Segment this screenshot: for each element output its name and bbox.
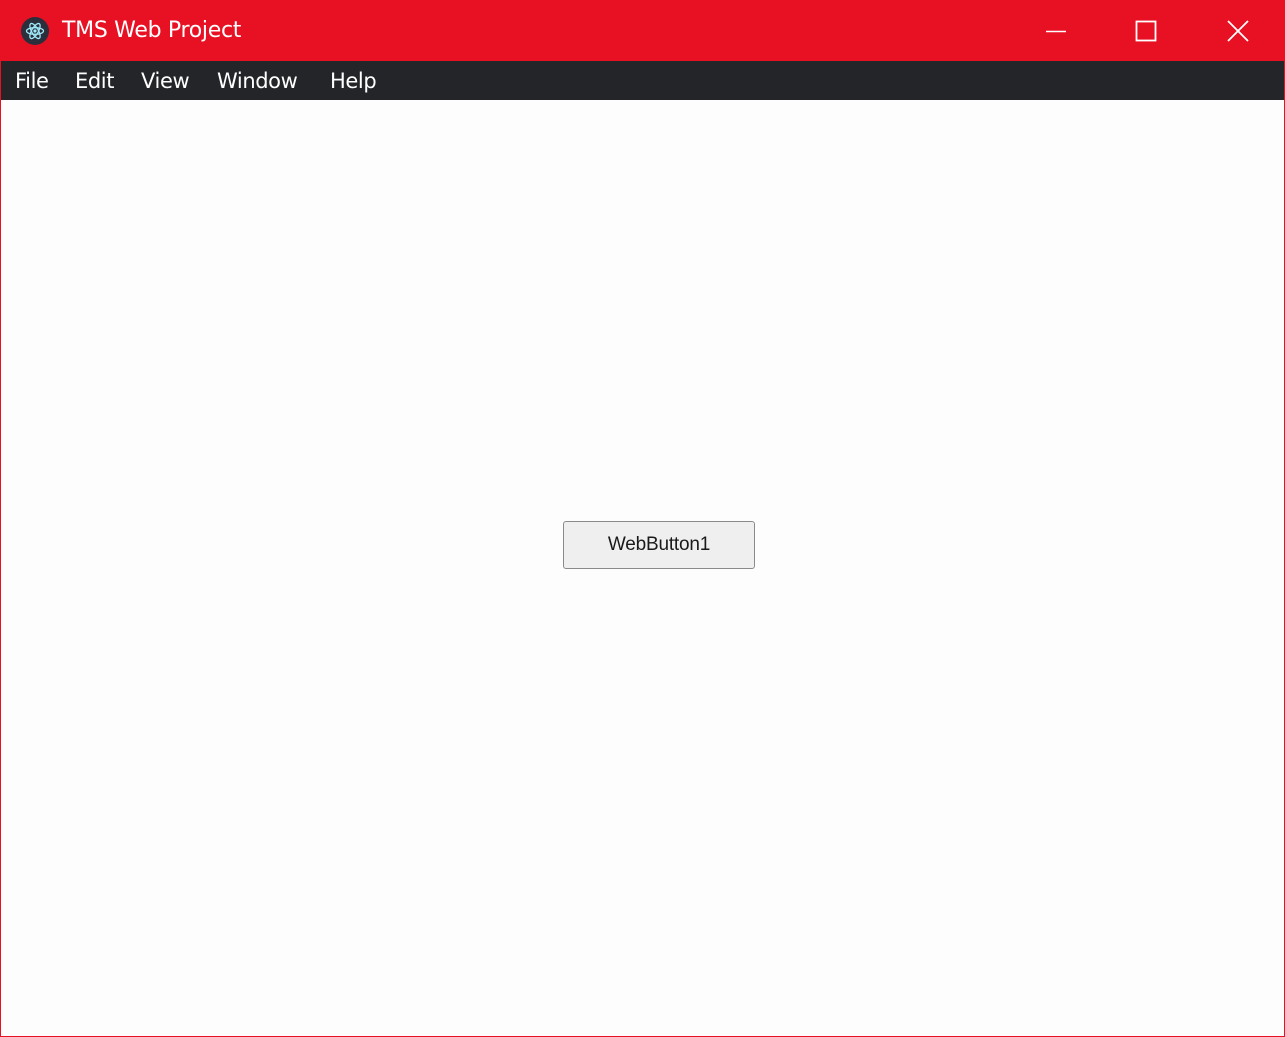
menu-item-file[interactable]: File bbox=[15, 67, 49, 95]
menu-item-edit[interactable]: Edit bbox=[75, 67, 114, 95]
menu-item-help[interactable]: Help bbox=[330, 67, 377, 95]
main-content: WebButton1 bbox=[1, 100, 1284, 1036]
close-icon bbox=[1227, 20, 1249, 42]
maximize-icon bbox=[1135, 20, 1157, 42]
maximize-button[interactable] bbox=[1100, 1, 1192, 61]
menu-item-view[interactable]: View bbox=[141, 67, 190, 95]
web-button-1[interactable]: WebButton1 bbox=[563, 521, 755, 569]
window-title: TMS Web Project bbox=[62, 18, 242, 43]
menu-bar: File Edit View Window Help bbox=[1, 61, 1284, 100]
electron-app-icon bbox=[21, 17, 49, 45]
minimize-icon bbox=[1045, 20, 1067, 42]
close-button[interactable] bbox=[1192, 1, 1284, 61]
app-window: TMS Web Project File Edit View Window He… bbox=[0, 0, 1285, 1037]
minimize-button[interactable] bbox=[1010, 1, 1102, 61]
title-bar[interactable]: TMS Web Project bbox=[1, 1, 1284, 61]
menu-item-window[interactable]: Window bbox=[217, 67, 298, 95]
